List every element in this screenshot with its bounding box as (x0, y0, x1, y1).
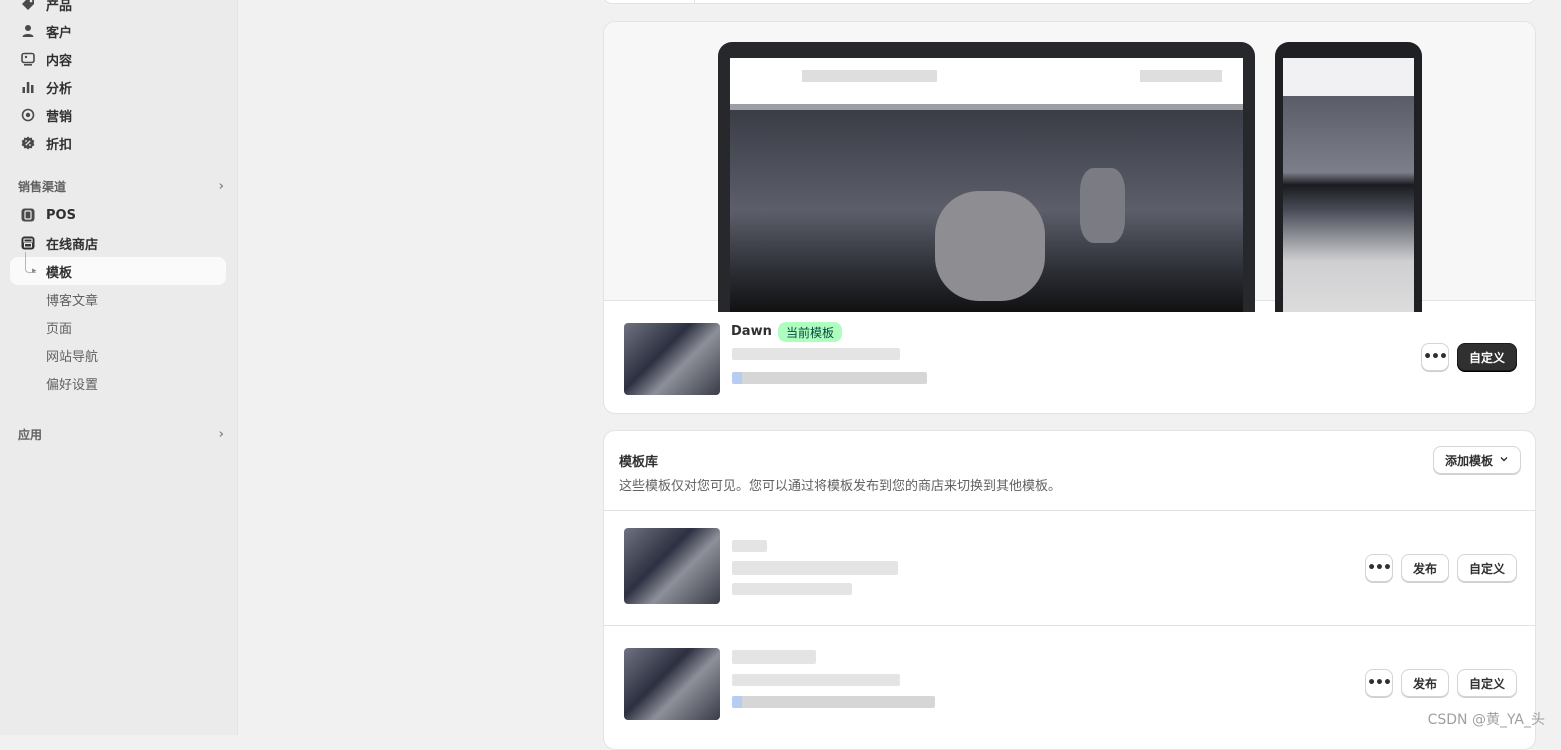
sidebar-item-online-store[interactable]: 在线商店 (10, 229, 226, 257)
add-theme-label: 添加模板 (1444, 453, 1493, 468)
chevron-down-icon (1499, 453, 1509, 467)
bar-chart-icon (20, 79, 36, 95)
person-icon (20, 23, 36, 39)
blurred-text (732, 348, 900, 360)
blurred-text (732, 696, 935, 708)
tag-icon (20, 0, 36, 12)
sidebar-item-label: 分析 (46, 81, 73, 97)
sidebar-item-analytics[interactable]: 分析 (10, 73, 226, 101)
sidebar-subitem-label: 博客文章 (46, 293, 99, 309)
chevron-right-icon: › (218, 426, 224, 442)
publish-button[interactable]: 发布 (1401, 554, 1449, 582)
sidebar-item-label: 营销 (46, 109, 73, 125)
sidebar-item-customers[interactable]: 客户 (10, 17, 226, 45)
theme-library-title: 模板库 (619, 455, 659, 470)
blurred-product (935, 191, 1045, 301)
customize-button[interactable]: 自定义 (1457, 554, 1517, 582)
blurred-nav (1140, 70, 1222, 82)
apps-section[interactable]: 应用 › (18, 424, 226, 444)
sales-channels-section[interactable]: 销售渠道 › (18, 176, 226, 196)
sidebar-subitem-blog-posts[interactable]: 博客文章 (46, 287, 98, 311)
blurred-text (732, 650, 816, 664)
sales-channels-label: 销售渠道 (18, 179, 67, 194)
sidebar-subitem-label: 页面 (46, 321, 73, 337)
more-actions-button[interactable]: ••• (1421, 343, 1449, 371)
sidebar-item-label: 内容 (46, 53, 73, 69)
current-theme-row: Dawn 当前模板 ••• 自定义 (604, 300, 1535, 413)
theme-preview[interactable] (604, 22, 1535, 312)
theme-thumbnail (624, 323, 720, 395)
sidebar-subitem-label: 网站导航 (46, 349, 99, 365)
watermark: CSDN @黄_YA_头 (1427, 712, 1545, 728)
store-icon (20, 235, 36, 251)
library-theme-row: ••• 发布 自定义 (604, 511, 1535, 625)
add-theme-button[interactable]: 添加模板 (1433, 446, 1521, 474)
more-actions-button[interactable]: ••• (1365, 554, 1393, 582)
sidebar-item-label: 折扣 (46, 137, 73, 153)
sidebar-item-marketing[interactable]: 营销 (10, 101, 226, 129)
sidebar-item-content[interactable]: 内容 (10, 45, 226, 73)
sidebar-item-label: 产品 (46, 0, 73, 14)
current-theme-card: Dawn 当前模板 ••• 自定义 (603, 21, 1536, 414)
sidebar: 产品 客户 内容 分析 营销 折扣 销售渠道 › POS 在线商店 ▸ 模板 博… (0, 0, 238, 735)
sidebar-subitem-themes[interactable]: 模板 (46, 259, 72, 283)
discount-icon (20, 135, 36, 151)
current-theme-badge: 当前模板 (778, 322, 843, 342)
image-icon (20, 51, 36, 67)
sidebar-subitem-label: 模板 (46, 265, 73, 281)
customize-button[interactable]: 自定义 (1457, 343, 1517, 371)
theme-thumbnail (624, 528, 720, 604)
blurred-text (732, 372, 927, 384)
sidebar-item-discounts[interactable]: 折扣 (10, 129, 226, 157)
sidebar-subitem-label: 偏好设置 (46, 377, 99, 393)
blurred-text (732, 583, 852, 595)
theme-library-card: 模板库 这些模板仅对您可见。您可以通过将模板发布到您的商店来切换到其他模板。 添… (603, 430, 1536, 750)
previous-card (603, 0, 1536, 4)
sidebar-item-label: POS (46, 207, 76, 223)
sidebar-subitem-pages[interactable]: 页面 (46, 315, 72, 339)
desktop-preview-screen (730, 58, 1243, 312)
sidebar-item-label: 在线商店 (46, 237, 99, 253)
customize-button[interactable]: 自定义 (1457, 669, 1517, 697)
theme-name: Dawn (731, 324, 772, 339)
sidebar-item-label: 客户 (46, 25, 73, 41)
more-actions-button[interactable]: ••• (1365, 669, 1393, 697)
theme-library-description: 这些模板仅对您可见。您可以通过将模板发布到您的商店来切换到其他模板。 (619, 479, 1062, 494)
sidebar-subitem-navigation[interactable]: 网站导航 (46, 343, 98, 367)
sidebar-item-pos[interactable]: POS (10, 201, 226, 229)
desktop-preview (718, 42, 1255, 312)
blurred-nav (802, 70, 937, 82)
chevron-right-icon: › (218, 178, 224, 194)
theme-thumbnail (624, 648, 720, 720)
target-icon (20, 107, 36, 123)
pos-icon (20, 207, 36, 223)
tree-arrow-icon: ▸ (32, 266, 37, 276)
library-theme-row: ••• 发布 自定义 (604, 626, 1535, 740)
blurred-text (732, 561, 898, 575)
apps-label: 应用 (18, 427, 43, 442)
blurred-text (732, 540, 767, 552)
card-divider (694, 0, 695, 3)
blurred-text (732, 674, 900, 686)
sidebar-item-products[interactable]: 产品 (10, 0, 226, 18)
publish-button[interactable]: 发布 (1401, 669, 1449, 697)
sidebar-active-highlight (10, 257, 226, 285)
sidebar-subitem-preferences[interactable]: 偏好设置 (46, 371, 98, 395)
blurred-product (1080, 168, 1125, 243)
mobile-preview-screen (1283, 58, 1414, 312)
mobile-preview (1275, 42, 1422, 312)
